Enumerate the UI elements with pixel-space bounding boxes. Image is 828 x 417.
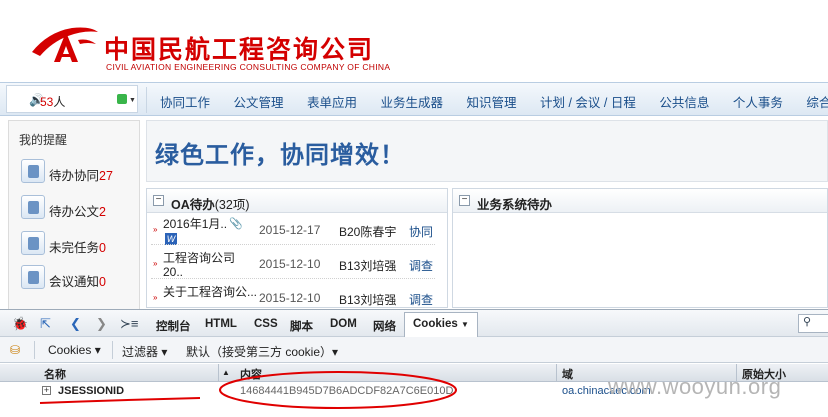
panel-title: 业务系统待办 xyxy=(477,198,553,212)
cookie-name: JSESSIONID xyxy=(58,385,125,397)
bullet-icon: » xyxy=(153,293,158,302)
third-party-cookie-menu[interactable]: 默认（接受第三方 cookie）▾ xyxy=(186,343,338,360)
attachment-icon: 📎 xyxy=(229,218,243,230)
slogan-banner: 绿色工作，协同增效！ xyxy=(146,120,828,182)
sidebar-item-count: 2 xyxy=(99,205,106,219)
command-line-icon[interactable]: ≻≡ xyxy=(120,316,138,332)
sidebar-item-label: 待办协同 xyxy=(49,169,100,183)
panel-header: − OA待办(32项) xyxy=(147,189,447,213)
sidebar-title: 我的提醒 xyxy=(19,133,68,147)
search-icon: ⚲ xyxy=(803,316,812,328)
sidebar-item-label: 会议通知 xyxy=(49,275,100,289)
nav-item-biz-generator[interactable]: 业务生成器 xyxy=(381,96,444,110)
item-sender: B13刘培强 xyxy=(339,293,397,307)
header: 中国民航工程咨询公司 CIVIL AVIATION ENGINEERING CO… xyxy=(0,0,828,80)
bullet-icon: » xyxy=(153,259,158,268)
nav-item-plan-meeting[interactable]: 计划 / 会议 / 日程 xyxy=(540,96,636,110)
tab-network[interactable]: 网络 xyxy=(373,318,396,334)
cookies-menu[interactable]: Cookies ▾ xyxy=(48,343,101,357)
sidebar-item-pending-docs[interactable]: 待办公文2 xyxy=(21,193,141,221)
meeting-icon xyxy=(21,265,45,289)
sidebar-item-meeting-notice[interactable]: 会议通知0 xyxy=(21,263,141,291)
item-date: 2015-12-10 xyxy=(259,291,321,305)
tab-dom[interactable]: DOM xyxy=(330,318,357,330)
tab-cookies-label: Cookies xyxy=(413,318,458,330)
tab-cookies[interactable]: Cookies ▼ xyxy=(404,312,478,338)
column-content[interactable]: 内容 xyxy=(240,366,262,382)
item-type[interactable]: 调查 xyxy=(409,291,433,308)
sidebar-item-count: 0 xyxy=(99,241,106,255)
collapse-icon[interactable]: − xyxy=(153,195,164,206)
panel-count: (32项) xyxy=(214,198,250,212)
online-count: 53人 xyxy=(40,95,66,109)
reminder-sidebar: 我的提醒 待办协同27 待办公文2 未完任务0 会议通知0 xyxy=(8,120,140,310)
sort-icon: ▲ xyxy=(222,368,230,377)
nav-divider xyxy=(146,87,147,113)
panel-title: OA待办 xyxy=(171,198,215,212)
back-icon[interactable]: ❮ xyxy=(70,316,81,332)
cookie-value: 14684441B945D7B6ADCDF82A7C6E010D xyxy=(240,385,454,397)
bullet-icon: » xyxy=(153,225,158,234)
sidebar-item-label: 待办公文 xyxy=(49,205,100,219)
cookies-subbar: ⛁ Cookies ▾ 过滤器 ▾ 默认（接受第三方 cookie）▾ xyxy=(0,337,828,363)
company-name-en: CIVIL AVIATION ENGINEERING CONSULTING CO… xyxy=(106,62,391,72)
nav-menu: 协同工作 公文管理 表单应用 业务生成器 知识管理 计划 / 会议 / 日程 公… xyxy=(160,92,828,111)
nav-item-collab[interactable]: 协同工作 xyxy=(160,96,210,110)
expand-icon[interactable]: + xyxy=(42,386,51,395)
nav-item-personal[interactable]: 个人事务 xyxy=(733,96,783,110)
item-date: 2015-12-10 xyxy=(259,257,321,271)
item-title[interactable]: 工程咨询公司20.. xyxy=(163,251,249,279)
task-list-icon xyxy=(21,231,45,255)
item-sender: B13刘培强 xyxy=(339,259,397,273)
chevron-down-icon: ▼ xyxy=(129,97,136,104)
devtools-toolbar: 🐞 ⇱ ❮ ❯ ≻≡ 控制台 HTML CSS 脚本 DOM 网络 Cookie… xyxy=(0,309,828,338)
tab-css[interactable]: CSS xyxy=(254,318,278,330)
item-sender: B20陈春宇 xyxy=(339,225,397,239)
collab-icon xyxy=(21,159,45,183)
nav-item-documents[interactable]: 公文管理 xyxy=(234,96,284,110)
status-dropdown[interactable]: ▼ xyxy=(117,94,136,106)
biz-system-pending-panel: − 业务系统待办 xyxy=(452,188,828,308)
nav-item-knowledge[interactable]: 知识管理 xyxy=(467,96,517,110)
company-name-cn: 中国民航工程咨询公司 xyxy=(104,35,375,64)
nav-item-public-info[interactable]: 公共信息 xyxy=(659,96,709,110)
sidebar-item-count: 27 xyxy=(99,169,113,183)
tab-html[interactable]: HTML xyxy=(205,318,237,330)
company-logo xyxy=(32,27,98,62)
item-type[interactable]: 协同 xyxy=(409,223,433,240)
sidebar-item-unfinished-tasks[interactable]: 未完任务0 xyxy=(21,229,141,257)
item-type[interactable]: 调查 xyxy=(409,257,433,274)
sidebar-item-pending-collab[interactable]: 待办协同27 xyxy=(21,157,141,185)
oa-pending-panel: − OA待办(32项) » 2016年1月.. 📎 W 2015-12-17 B… xyxy=(146,188,448,308)
sidebar-item-count: 0 xyxy=(99,275,106,289)
sidebar-item-label: 未完任务 xyxy=(49,241,100,255)
watermark-text: www.wooyun.org xyxy=(608,374,782,399)
filter-menu[interactable]: 过滤器 ▾ xyxy=(122,343,167,360)
online-users-box[interactable]: 🔊 53人 ▼ xyxy=(6,85,138,113)
inspect-icon[interactable]: ⇱ xyxy=(40,316,51,332)
tab-console[interactable]: 控制台 xyxy=(156,318,191,334)
tab-script[interactable]: 脚本 xyxy=(290,318,313,334)
list-item[interactable]: » 工程咨询公司20.. 2015-12-10 B13刘培强 调查 xyxy=(147,249,439,279)
nav-item-general[interactable]: 综合办 xyxy=(806,96,828,110)
list-item[interactable]: » 2016年1月.. 📎 W 2015-12-17 B20陈春宇 协同 xyxy=(147,215,439,245)
column-name[interactable]: 名称 xyxy=(44,366,66,382)
forward-icon[interactable]: ❯ xyxy=(96,316,107,332)
chevron-down-icon: ▼ xyxy=(460,320,469,329)
panel-header: − 业务系统待办 xyxy=(453,189,827,213)
online-status-icon xyxy=(117,94,127,104)
cookie-icon: ⛁ xyxy=(10,343,21,357)
document-icon xyxy=(21,195,45,219)
column-domain[interactable]: 域 xyxy=(562,366,573,382)
main-navbar: 🔊 53人 ▼ 协同工作 公文管理 表单应用 业务生成器 知识管理 计划 / 会… xyxy=(0,82,828,116)
firebug-icon[interactable]: 🐞 xyxy=(12,316,28,332)
collapse-icon[interactable]: − xyxy=(459,195,470,206)
slogan-text: 绿色工作，协同增效！ xyxy=(155,141,405,169)
nav-item-forms[interactable]: 表单应用 xyxy=(307,96,357,110)
devtools-search[interactable]: ⚲ xyxy=(798,314,828,333)
item-title[interactable]: 关于工程咨询公... xyxy=(163,285,259,299)
item-date: 2015-12-17 xyxy=(259,223,321,237)
